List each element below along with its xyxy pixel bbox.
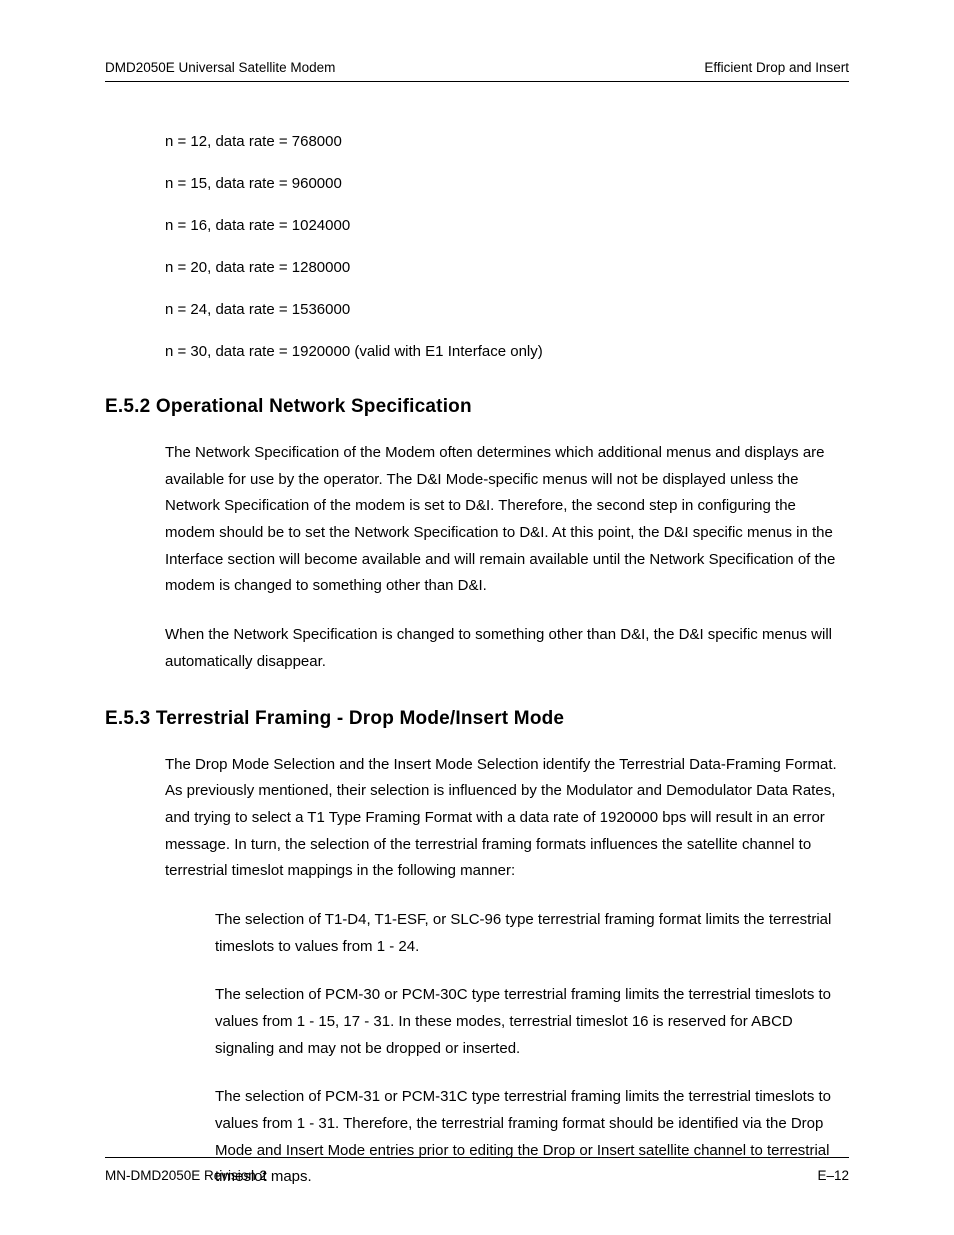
rate-line: n = 30, data rate = 1920000 (valid with … xyxy=(165,340,849,364)
section-sublist-e53: The selection of T1-D4, T1-ESF, or SLC-9… xyxy=(215,907,849,1191)
page-header: DMD2050E Universal Satellite Modem Effic… xyxy=(105,60,849,75)
paragraph: When the Network Specification is change… xyxy=(165,622,849,675)
header-right: Efficient Drop and Insert xyxy=(704,60,849,75)
rate-line: n = 16, data rate = 1024000 xyxy=(165,214,849,238)
paragraph: The Drop Mode Selection and the Insert M… xyxy=(165,752,849,885)
section-body-e53: The Drop Mode Selection and the Insert M… xyxy=(165,752,849,885)
page: DMD2050E Universal Satellite Modem Effic… xyxy=(0,0,954,1235)
footer-right: E–12 xyxy=(817,1168,849,1183)
sub-paragraph: The selection of PCM-30 or PCM-30C type … xyxy=(215,982,849,1062)
rate-line: n = 15, data rate = 960000 xyxy=(165,172,849,196)
footer-left: MN-DMD2050E Revision 2 xyxy=(105,1168,267,1183)
rate-line: n = 24, data rate = 1536000 xyxy=(165,298,849,322)
rate-line: n = 20, data rate = 1280000 xyxy=(165,256,849,280)
footer-rule xyxy=(105,1157,849,1158)
sub-paragraph: The selection of T1-D4, T1-ESF, or SLC-9… xyxy=(215,907,849,960)
header-rule xyxy=(105,81,849,82)
section-body-e52: The Network Specification of the Modem o… xyxy=(165,440,849,676)
data-rate-list: n = 12, data rate = 768000 n = 15, data … xyxy=(165,130,849,364)
footer-row: MN-DMD2050E Revision 2 E–12 xyxy=(105,1168,849,1183)
paragraph: The Network Specification of the Modem o… xyxy=(165,440,849,600)
section-heading-e53: E.5.3 Terrestrial Framing - Drop Mode/In… xyxy=(105,708,849,730)
section-heading-e52: E.5.2 Operational Network Specification xyxy=(105,396,849,418)
rate-line: n = 12, data rate = 768000 xyxy=(165,130,849,154)
header-left: DMD2050E Universal Satellite Modem xyxy=(105,60,335,75)
page-footer: MN-DMD2050E Revision 2 E–12 xyxy=(105,1157,849,1183)
